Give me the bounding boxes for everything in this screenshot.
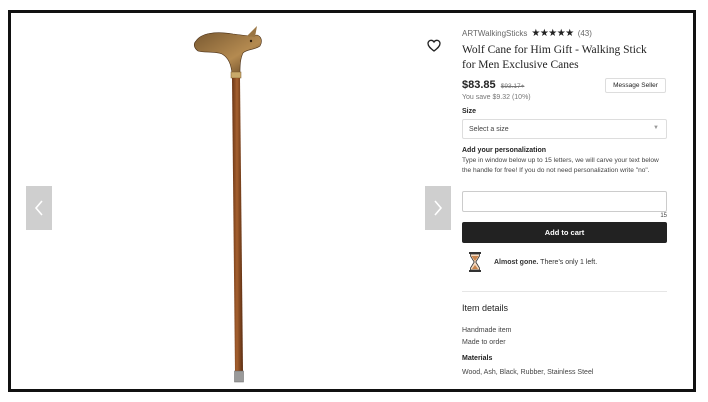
divider — [462, 291, 667, 292]
character-counter: 15 — [660, 213, 667, 219]
previous-image-button[interactable] — [26, 186, 52, 230]
materials-list: Wood, Ash, Black, Rubber, Stainless Stee… — [462, 369, 594, 376]
add-to-cart-button[interactable]: Add to cart — [462, 222, 667, 243]
shop-line: ARTWalkingSticks ★★★★★ (43) — [462, 28, 592, 39]
personalization-label: Add your personalization — [462, 147, 547, 154]
message-seller-button[interactable]: Message Seller — [605, 78, 666, 93]
current-price: $83.85 — [462, 79, 496, 91]
chevron-right-icon — [434, 200, 443, 216]
next-image-button[interactable] — [425, 186, 451, 230]
size-select[interactable]: Select a size ▼ — [462, 119, 667, 139]
size-select-value: Select a size — [469, 125, 509, 133]
materials-label: Materials — [462, 355, 493, 362]
scarcity-message: Almost gone. There's only 1 left. — [494, 259, 597, 266]
size-label: Size — [462, 108, 477, 115]
heart-icon[interactable] — [427, 39, 441, 53]
review-count[interactable]: (43) — [578, 29, 592, 38]
detail-handmade: Handmade item — [462, 327, 512, 334]
personalization-input[interactable] — [462, 191, 667, 212]
savings-text: You save $9.32 (10%) — [462, 94, 531, 101]
scarcity-bold: Almost gone. — [494, 259, 539, 266]
image-gallery — [11, 13, 451, 389]
item-details-heading[interactable]: Item details — [462, 303, 508, 313]
product-image[interactable] — [11, 13, 451, 389]
hourglass-icon — [469, 252, 481, 272]
caret-down-icon: ▼ — [653, 125, 659, 131]
listing-frame: ARTWalkingSticks ★★★★★ (43) Wolf Cane fo… — [8, 10, 696, 392]
shop-name-link[interactable]: ARTWalkingSticks — [462, 29, 527, 38]
scarcity-rest: There's only 1 left. — [538, 259, 598, 266]
buy-box: ARTWalkingSticks ★★★★★ (43) Wolf Cane fo… — [462, 13, 670, 389]
star-rating[interactable]: ★★★★★ — [531, 28, 574, 39]
personalization-instructions: Type in window below up to 15 letters, w… — [462, 157, 659, 174]
price: $83.85 $93.17+ — [462, 79, 524, 91]
product-title: Wolf Cane for Him Gift - Walking Stick f… — [462, 44, 647, 71]
original-price: $93.17+ — [500, 83, 525, 90]
chevron-left-icon — [34, 200, 43, 216]
detail-made-to-order: Made to order — [462, 339, 506, 346]
